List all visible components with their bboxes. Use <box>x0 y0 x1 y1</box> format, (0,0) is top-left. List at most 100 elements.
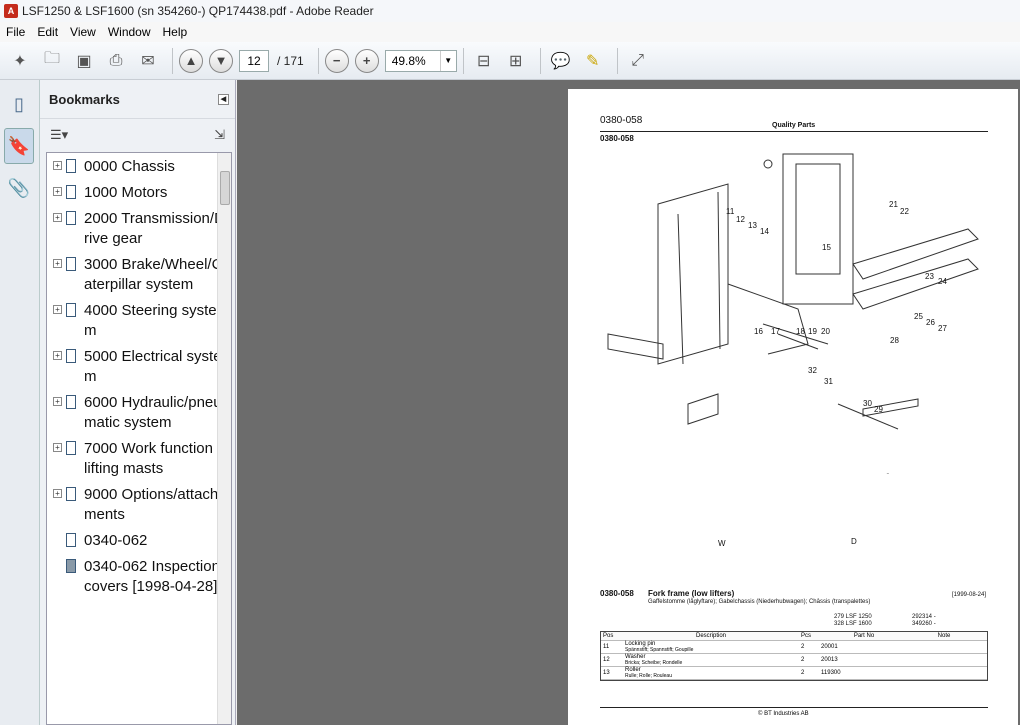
menu-edit[interactable]: Edit <box>31 25 64 39</box>
bookmark-item[interactable]: +9000 Options/attachments <box>47 481 231 527</box>
print-icon[interactable]: ⎙ <box>102 47 130 75</box>
window-title: LSF1250 & LSF1600 (sn 354260-) QP174438.… <box>22 4 374 18</box>
serial-1: 292314 - <box>912 614 936 620</box>
callout-label: 23 <box>925 272 934 281</box>
bookmark-item[interactable]: +4000 Steering system <box>47 297 231 343</box>
zoom-in-button[interactable]: + <box>354 48 379 73</box>
col-partno: Part No <box>853 633 875 639</box>
table-row: 11 Locking pin Spännstift; Spannstift; Go… <box>601 641 987 654</box>
comment-icon[interactable]: 💬 <box>547 47 575 75</box>
chevron-down-icon[interactable]: ▼ <box>439 50 456 71</box>
model-1: 279 LSF 1250 <box>834 614 872 620</box>
bookmark-icon <box>66 441 76 455</box>
callout-label: 24 <box>938 277 947 286</box>
bookmarks-icon[interactable]: 🔖 <box>4 128 34 164</box>
highlight-icon[interactable]: ✎ <box>579 47 607 75</box>
toolbar-divider <box>462 47 464 74</box>
toolbar-divider <box>616 47 618 74</box>
callout-label: 28 <box>890 336 899 345</box>
bookmark-item[interactable]: 0340-062 <box>47 527 231 553</box>
toolbar: ✦ 🗀 ▣ ⎙ ✉ ▲ ▼ 12 / 171 − + 49.8% ▼ ⊟ ⊞ 💬 … <box>0 42 1020 80</box>
pdf-page: 0380-058 Quality Parts 0380-058 11 12 13… <box>568 89 1018 725</box>
expand-icon[interactable]: + <box>53 259 62 268</box>
fit-page-icon[interactable]: ⊟ <box>470 47 498 75</box>
expand-icon[interactable]: + <box>53 489 62 498</box>
bookmark-icon <box>66 211 76 225</box>
expand-icon[interactable]: ⤢ <box>624 47 652 75</box>
figure-subtitle: Gaffelstomme (låglyftare); Gabelchassis … <box>648 599 871 605</box>
zoom-select[interactable]: 49.8% ▼ <box>384 49 457 72</box>
callout-label: 20 <box>821 327 830 336</box>
parts-table: Pos Description Pcs Part No Note 11 Lock… <box>600 631 988 681</box>
document-viewer[interactable]: 0380-058 Quality Parts 0380-058 11 12 13… <box>237 80 1020 725</box>
bookmark-icon <box>66 257 76 271</box>
bookmark-item[interactable]: +6000 Hydraulic/pneumatic system <box>47 389 231 435</box>
bookmark-icon <box>66 559 76 573</box>
bookmark-item[interactable]: +7000 Work function - lifting masts <box>47 435 231 481</box>
bookmark-item[interactable]: 0340-062 Inspection covers [1998-04-28] <box>47 553 231 599</box>
page-number-input[interactable]: 12 <box>239 49 269 72</box>
create-pdf-icon[interactable]: ✦ <box>6 47 34 75</box>
table-header: Pos Description Pcs Part No Note <box>601 632 987 641</box>
callout-label: 21 <box>889 200 898 209</box>
dimension-d: D <box>851 537 857 546</box>
previous-page-button[interactable]: ▲ <box>179 48 203 73</box>
scroll-thumb[interactable] <box>220 171 230 205</box>
bookmark-item[interactable]: +0000 Chassis <box>47 153 231 179</box>
callout-label: 11 <box>726 207 735 216</box>
collapse-panel-icon[interactable]: ◀ <box>218 93 229 105</box>
bookmark-item[interactable]: +2000 Transmission/Drive gear <box>47 205 231 251</box>
expand-icon[interactable]: + <box>53 213 62 222</box>
menu-window[interactable]: Window <box>102 25 157 39</box>
expand-icon[interactable]: + <box>53 397 62 406</box>
adobe-reader-icon: A <box>4 4 18 18</box>
expand-icon[interactable]: + <box>53 187 62 196</box>
expand-icon[interactable]: + <box>53 161 62 170</box>
bookmarks-tools: ☰▾ ⇲ <box>40 118 235 150</box>
copyright: © BT Industries AB <box>758 711 809 717</box>
menu-help[interactable]: Help <box>157 25 194 39</box>
bookmark-icon <box>66 303 76 317</box>
options-menu-icon[interactable]: ☰▾ <box>50 127 68 143</box>
bookmark-item[interactable]: +1000 Motors <box>47 179 231 205</box>
save-icon[interactable]: ▣ <box>70 47 98 75</box>
callout-label: 12 <box>736 215 745 224</box>
next-page-button[interactable]: ▼ <box>209 48 233 73</box>
footer-rule <box>600 707 988 708</box>
callout-label: 27 <box>938 324 947 333</box>
bookmark-scrollbar[interactable] <box>217 153 231 724</box>
expand-icon[interactable]: + <box>53 351 62 360</box>
expand-icon[interactable]: + <box>53 443 62 452</box>
callout-label: 17 <box>771 327 780 336</box>
menu-view[interactable]: View <box>64 25 102 39</box>
callout-label: 26 <box>926 318 935 327</box>
exploded-diagram: 11 12 13 14 15 16 17 18 19 20 21 22 23 2… <box>607 153 979 474</box>
callout-label: 19 <box>808 327 817 336</box>
col-note: Note <box>937 633 951 639</box>
bookmarks-title: Bookmarks <box>49 91 120 107</box>
email-icon[interactable]: ✉ <box>134 47 162 75</box>
fit-width-icon[interactable]: ⊞ <box>502 47 530 75</box>
page-count: / 171 <box>277 53 304 68</box>
pages-icon[interactable]: ▯ <box>4 86 34 122</box>
callout-label: 18 <box>796 327 805 336</box>
toolbar-divider <box>317 47 319 74</box>
bookmark-item[interactable]: +5000 Electrical system <box>47 343 231 389</box>
figure-code: 0380-058 <box>600 589 634 598</box>
expand-icon[interactable]: + <box>53 305 62 314</box>
callout-label: 25 <box>914 312 923 321</box>
col-description: Description <box>695 633 726 639</box>
menu-file[interactable]: File <box>0 25 31 39</box>
bookmark-item[interactable]: +3000 Brake/Wheel/Caterpillar system <box>47 251 231 297</box>
bookmark-goto-icon[interactable]: ⇲ <box>214 127 225 143</box>
figure-title: Fork frame (low lifters) <box>648 589 735 598</box>
bookmark-icon <box>66 487 76 501</box>
bookmarks-header: Bookmarks ◀ <box>40 80 235 118</box>
doc-header: Quality Parts <box>772 122 816 129</box>
title-bar: A LSF1250 & LSF1600 (sn 354260-) QP17443… <box>0 0 1020 22</box>
callout-label: 29 <box>874 405 883 414</box>
toolbar-divider <box>172 47 173 74</box>
attachments-icon[interactable]: 📎 <box>4 170 34 206</box>
open-icon[interactable]: 🗀 <box>38 47 66 75</box>
zoom-out-button[interactable]: − <box>324 48 349 73</box>
